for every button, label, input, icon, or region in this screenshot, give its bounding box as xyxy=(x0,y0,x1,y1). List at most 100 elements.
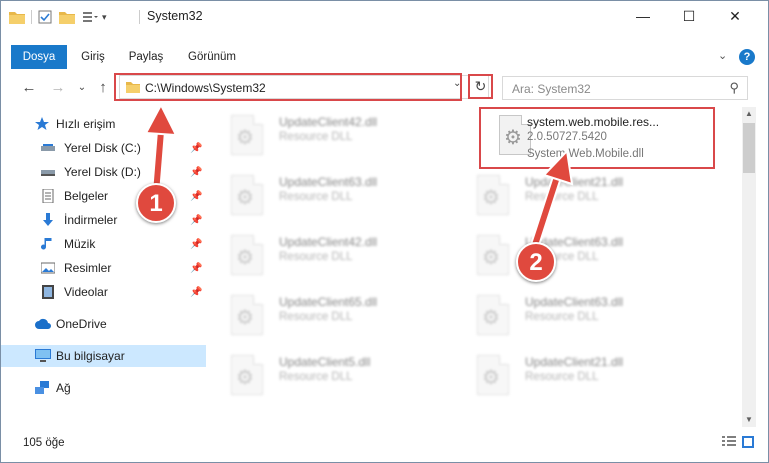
new-folder-icon[interactable] xyxy=(59,10,75,24)
drive-icon xyxy=(41,144,55,151)
documents-icon xyxy=(42,189,54,203)
tab-dosya[interactable]: Dosya xyxy=(11,45,67,69)
step-badge-1: 1 xyxy=(136,183,176,223)
file-name: UpdateClient21.dll xyxy=(525,355,624,369)
forward-button[interactable]: → xyxy=(48,77,68,99)
navigation-pane: Hızlı erişim Yerel Disk (C:) 📌 Yerel Dis… xyxy=(1,107,206,425)
minimize-button[interactable]: — xyxy=(620,1,666,31)
file-highlight-box xyxy=(479,107,715,169)
maximize-button[interactable]: ☐ xyxy=(666,1,712,31)
sidebar-item-label: Yerel Disk (D:) xyxy=(64,165,141,179)
sidebar-item-label: Belgeler xyxy=(64,189,109,203)
file-name: UpdateClient65.dll xyxy=(279,295,378,309)
dll-file-icon: ⚙ xyxy=(231,235,263,275)
sidebar-item-quick-access[interactable]: Hızlı erişim xyxy=(1,113,206,135)
sidebar-item-onedrive[interactable]: OneDrive xyxy=(1,313,206,335)
network-icon xyxy=(35,381,49,394)
dll-file-icon: ⚙ xyxy=(477,175,509,215)
navigation-bar: ← → ⌄ ↑ C:\Windows\System32 ⌄ ↻ Ara: Sys… xyxy=(1,73,768,103)
file-name: UpdateClient63.dll xyxy=(525,295,624,309)
pin-icon[interactable]: 📌 xyxy=(190,191,202,202)
back-button[interactable]: ← xyxy=(19,77,39,99)
view-switcher xyxy=(722,436,754,448)
sidebar-item-pictures[interactable]: Resimler 📌 xyxy=(1,257,206,279)
sidebar-item-network[interactable]: Ağ xyxy=(1,377,206,399)
file-explorer-window: ▾ System32 — ☐ ✕ Dosya Giriş Paylaş Görü… xyxy=(0,0,769,463)
sidebar-item-downloads[interactable]: İndirmeler 📌 xyxy=(1,209,206,231)
sidebar-item-label: Yerel Disk (C:) xyxy=(64,141,141,155)
scroll-thumb[interactable] xyxy=(743,123,755,173)
toolbar-divider xyxy=(31,10,32,24)
music-icon xyxy=(41,238,52,250)
dll-file-icon: ⚙ xyxy=(477,355,509,395)
folder-icon[interactable] xyxy=(9,10,25,24)
tab-giris[interactable]: Giriş xyxy=(71,45,115,69)
close-button[interactable]: ✕ xyxy=(712,1,758,31)
up-button[interactable]: ↑ xyxy=(93,77,113,99)
file-item[interactable]: ⚙ UpdateClient63.dll Resource DLL xyxy=(459,229,699,283)
customize-toolbar-icon[interactable] xyxy=(82,10,98,24)
item-count: 105 öğe xyxy=(23,437,65,449)
sidebar-item-label: İndirmeler xyxy=(64,213,118,227)
file-item[interactable]: ⚙ UpdateClient63.dll Resource DLL xyxy=(213,169,453,223)
file-name: UpdateClient5.dll xyxy=(279,355,371,369)
tab-paylas[interactable]: Paylaş xyxy=(121,45,171,69)
search-input[interactable]: Ara: System32 ⚲ xyxy=(502,76,748,100)
pictures-icon xyxy=(41,262,55,274)
sidebar-item-local-disk-d[interactable]: Yerel Disk (D:) 📌 xyxy=(1,161,206,183)
file-item[interactable]: ⚙ UpdateClient63.dll Resource DLL xyxy=(459,289,699,343)
dll-file-icon: ⚙ xyxy=(477,235,509,275)
sidebar-item-label: Müzik xyxy=(64,237,96,251)
dll-file-icon: ⚙ xyxy=(231,295,263,335)
file-item[interactable]: ⚙ UpdateClient42.dll Resource DLL xyxy=(213,109,453,163)
file-list: ⚙ system.web.mobile.res... 2.0.50727.542… xyxy=(213,107,741,427)
file-name: UpdateClient63.dll xyxy=(279,175,378,189)
toolbar-dropdown-icon[interactable]: ▾ xyxy=(102,12,107,23)
scroll-up-icon[interactable]: ▲ xyxy=(742,107,756,121)
quick-access-toolbar: ▾ xyxy=(9,9,107,25)
pin-icon[interactable]: 📌 xyxy=(190,215,202,226)
sidebar-item-label: Ağ xyxy=(56,381,71,395)
vertical-scrollbar[interactable]: ▲ ▼ xyxy=(742,107,756,427)
file-name: UpdateClient42.dll xyxy=(279,235,378,249)
refresh-button[interactable]: ↻ xyxy=(468,74,493,99)
properties-icon[interactable] xyxy=(38,10,52,24)
details-view-icon[interactable] xyxy=(722,436,736,448)
pin-icon[interactable]: 📌 xyxy=(190,143,202,154)
pin-icon[interactable]: 📌 xyxy=(190,167,202,178)
recent-locations-button[interactable]: ⌄ xyxy=(72,77,92,99)
file-type: Resource DLL xyxy=(279,251,353,263)
file-name: UpdateClient42.dll xyxy=(279,115,378,129)
address-dropdown-icon[interactable]: ⌄ xyxy=(453,78,461,89)
status-bar: 105 öğe xyxy=(1,433,768,455)
file-name: UpdateClient21.dll xyxy=(525,175,624,189)
help-icon[interactable]: ? xyxy=(739,49,755,65)
pin-icon[interactable]: 📌 xyxy=(190,287,202,298)
sidebar-item-this-pc[interactable]: Bu bilgisayar xyxy=(1,345,206,367)
sidebar-item-label: Bu bilgisayar xyxy=(56,349,125,363)
pin-icon[interactable]: 📌 xyxy=(190,239,202,250)
expand-ribbon-icon[interactable]: ⌄ xyxy=(718,49,727,62)
file-item[interactable]: ⚙ UpdateClient21.dll Resource DLL xyxy=(459,349,699,403)
address-highlight-box xyxy=(114,73,462,101)
scroll-down-icon[interactable]: ▼ xyxy=(742,413,756,427)
sidebar-item-videos[interactable]: Videolar 📌 xyxy=(1,281,206,303)
file-item[interactable]: ⚙ UpdateClient21.dll Resource DLL xyxy=(459,169,699,223)
file-type: Resource DLL xyxy=(279,371,353,383)
file-type: Resource DLL xyxy=(525,371,599,383)
ribbon-tabs: Dosya Giriş Paylaş Görünüm ⌄ xyxy=(1,45,768,69)
file-type: Resource DLL xyxy=(279,131,353,143)
file-item[interactable]: ⚙ UpdateClient65.dll Resource DLL xyxy=(213,289,453,343)
minimize-icon: — xyxy=(636,8,650,24)
tab-gorunum[interactable]: Görünüm xyxy=(179,45,245,69)
sidebar-item-local-disk-c[interactable]: Yerel Disk (C:) 📌 xyxy=(1,137,206,159)
large-icons-view-icon[interactable] xyxy=(742,436,754,448)
file-item[interactable]: ⚙ UpdateClient5.dll Resource DLL xyxy=(213,349,453,403)
file-type: Resource DLL xyxy=(279,191,353,203)
sidebar-item-music[interactable]: Müzik 📌 xyxy=(1,233,206,255)
file-item[interactable]: ⚙ UpdateClient42.dll Resource DLL xyxy=(213,229,453,283)
sidebar-item-label: Hızlı erişim xyxy=(56,117,116,131)
pin-icon[interactable]: 📌 xyxy=(190,263,202,274)
maximize-icon: ☐ xyxy=(682,7,696,24)
cloud-icon xyxy=(35,318,51,329)
